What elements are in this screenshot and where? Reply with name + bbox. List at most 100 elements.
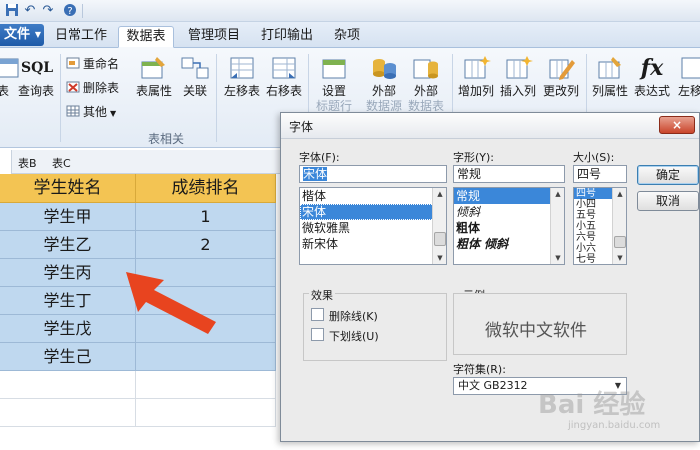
tab-daily-work[interactable]: 日常工作 [50, 26, 112, 48]
table-cell-rank[interactable]: 1 [136, 203, 276, 231]
list-item[interactable]: 微软雅黑 [300, 220, 446, 236]
table-cell-name[interactable]: 学生丁 [0, 287, 136, 315]
help-icon[interactable]: ? [62, 3, 78, 19]
table-cell-empty[interactable] [0, 371, 136, 399]
tab-print-output[interactable]: 打印输出 [256, 26, 318, 48]
table-cell-name[interactable]: 学生戊 [0, 315, 136, 343]
table-cell-empty[interactable] [0, 399, 136, 427]
file-menu-button[interactable]: 文件 ▼ [0, 24, 44, 46]
other-button[interactable]: 其他 ▼ [66, 102, 116, 122]
list-item[interactable]: 新宋体 [300, 236, 446, 252]
cancel-button[interactable]: 取消 [637, 191, 699, 211]
table-cell-name[interactable]: 学生己 [0, 343, 136, 371]
left-partial-button[interactable]: 左移 [678, 52, 700, 118]
scroll-down-icon[interactable]: ▼ [614, 252, 626, 264]
list-item[interactable]: 楷体 [300, 188, 446, 204]
list-item[interactable]: 粗体 [454, 220, 564, 236]
scroll-down-icon[interactable]: ▼ [434, 252, 446, 264]
table-cell-empty[interactable] [136, 399, 276, 427]
query-table-button[interactable]: SQL 查询表 [16, 52, 56, 118]
underline-checkbox[interactable] [311, 328, 324, 341]
change-column-button[interactable]: 更改列 [540, 52, 582, 118]
group-label: 表相关 [148, 132, 185, 146]
rename-button[interactable]: 重命名 [66, 54, 119, 74]
underline-label: 下划线(U) [329, 330, 379, 343]
scroll-up-icon[interactable]: ▲ [552, 188, 564, 200]
red-arrow-icon [126, 272, 216, 334]
scrollbar[interactable]: ▲ ▼ [432, 188, 446, 264]
ribbon-divider [60, 54, 61, 142]
insert-column-icon [506, 56, 533, 79]
font-name-input[interactable]: 宋体 [299, 165, 447, 183]
sql-icon: SQL [21, 60, 54, 76]
font-name-value: 宋体 [303, 167, 328, 181]
ribbon-divider [216, 54, 217, 142]
move-table-right-button[interactable]: 右移表 [264, 52, 304, 118]
sheet-tab-b[interactable]: 表B [18, 155, 37, 171]
column-header-rank[interactable]: 成绩排名 [136, 174, 276, 203]
delete-table-button[interactable]: 删除表 [66, 78, 119, 98]
ok-button[interactable]: 确定 [637, 165, 699, 185]
strikethrough-label: 删除线(K) [329, 310, 378, 323]
expression-button[interactable]: fx 表达式 [632, 52, 672, 118]
scroll-up-icon[interactable]: ▲ [614, 188, 626, 200]
move-left-icon [230, 57, 254, 79]
sheet-tab-active[interactable] [0, 150, 12, 174]
rename-label: 重命名 [83, 57, 120, 71]
move-left-label: 左移表 [223, 84, 260, 98]
insert-column-button[interactable]: 插入列 [498, 52, 538, 118]
relation-button[interactable]: 关联 [178, 52, 212, 118]
tab-data-table[interactable]: 数据表 [118, 26, 174, 48]
font-name-list[interactable]: 楷体 宋体 微软雅黑 新宋体 ▲ ▼ [299, 187, 447, 265]
external-table-button[interactable]: 外部 数据表 [406, 52, 446, 118]
table-cell-name[interactable]: 学生丙 [0, 259, 136, 287]
add-column-button[interactable]: 增加列 [456, 52, 496, 118]
scroll-thumb[interactable] [434, 232, 446, 246]
table-button-label: 表 [0, 84, 9, 98]
scroll-down-icon[interactable]: ▼ [552, 252, 564, 264]
charset-label: 字符集(R): [453, 363, 506, 376]
sheet-tab-c[interactable]: 表C [52, 155, 71, 171]
table-cell-empty[interactable] [136, 371, 276, 399]
list-item-selected[interactable]: 常规 [454, 188, 564, 204]
list-item-selected[interactable]: 宋体 [300, 204, 446, 220]
table-button[interactable]: 表 [0, 52, 19, 118]
list-item[interactable]: 粗体 倾斜 [454, 236, 564, 252]
scroll-thumb[interactable] [614, 236, 626, 248]
strikethrough-checkbox[interactable] [311, 308, 324, 321]
font-size-label: 大小(S): [573, 151, 615, 164]
tab-misc[interactable]: 杂项 [326, 26, 368, 48]
tab-manage-project[interactable]: 管理项目 [182, 26, 246, 48]
font-style-input[interactable]: 常规 [453, 165, 565, 183]
toolbar-divider [82, 4, 83, 18]
close-button[interactable]: × [659, 116, 695, 134]
table-cell-rank[interactable]: 2 [136, 231, 276, 259]
scrollbar[interactable]: ▲ ▼ [612, 188, 626, 264]
column-header-name[interactable]: 学生姓名 [0, 174, 136, 203]
list-item[interactable]: 倾斜 [454, 204, 564, 220]
table-cell-name[interactable]: 学生乙 [0, 231, 136, 259]
table-cell-name[interactable]: 学生甲 [0, 203, 136, 231]
column-properties-button[interactable]: 列属性 [588, 52, 632, 118]
change-column-label: 更改列 [542, 84, 579, 98]
font-size-input[interactable]: 四号 [573, 165, 627, 183]
font-style-list[interactable]: 常规 倾斜 粗体 粗体 倾斜 ▲ ▼ [453, 187, 565, 265]
menu-bar: 文件 ▼ 日常工作 数据表 管理项目 打印输出 杂项 [0, 22, 700, 48]
save-icon[interactable] [4, 3, 20, 19]
scrollbar[interactable]: ▲ ▼ [550, 188, 564, 264]
table-properties-button[interactable]: 表属性 [134, 52, 174, 118]
redo-icon[interactable]: ↷ [40, 3, 56, 19]
setup-label: 设置 [321, 84, 346, 98]
font-size-list[interactable]: 四号 小四 五号 小五 六号 小六 七号 ▲ ▼ [573, 187, 627, 265]
table-cell-rank[interactable] [136, 343, 276, 371]
undo-icon[interactable]: ↶ [22, 3, 38, 19]
scroll-up-icon[interactable]: ▲ [434, 188, 446, 200]
delete-table-label: 删除表 [83, 81, 120, 95]
font-style-label: 字形(Y): [453, 151, 495, 164]
other-label: 其他 [83, 105, 108, 119]
setup-header-button[interactable]: 设置 标题行 [314, 52, 354, 118]
move-table-left-button[interactable]: 左移表 [222, 52, 262, 118]
external-source-button[interactable]: 外部 数据源 [364, 52, 404, 118]
dialog-title-bar: 字体 × [281, 113, 699, 139]
close-icon: × [671, 118, 683, 132]
